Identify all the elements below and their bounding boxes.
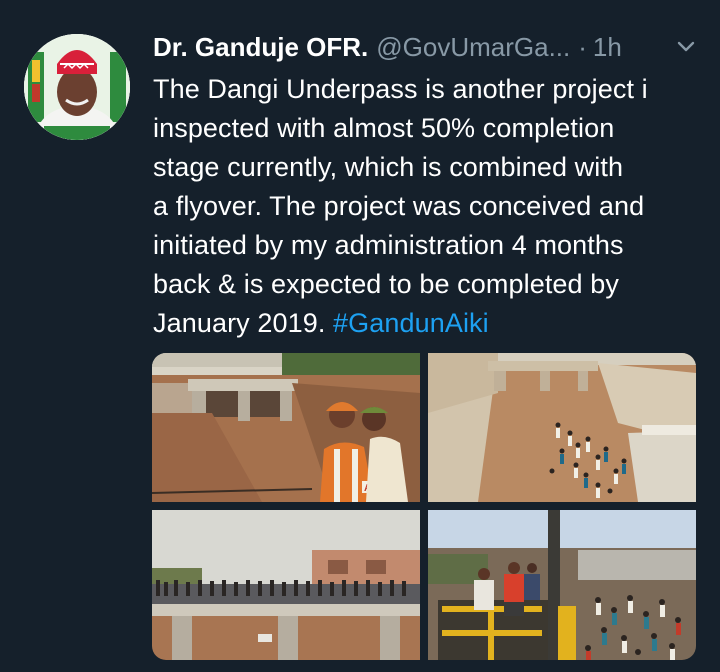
media-grid: AIKI: [152, 353, 696, 660]
tweet-timestamp[interactable]: 1h: [593, 32, 622, 63]
tweet-text-line: a flyover. The project was conceived and: [153, 191, 645, 221]
hashtag-link[interactable]: #GandunAiki: [333, 308, 489, 338]
tweet-text: The Dangi Underpass is another project i…: [153, 70, 703, 343]
tweet-text-line: initiated by my administration 4 months: [153, 230, 624, 260]
author-handle[interactable]: @GovUmarGa...: [376, 32, 570, 63]
author-name[interactable]: Dr. Ganduje OFR.: [153, 32, 368, 63]
site-inspection-photo[interactable]: [428, 510, 696, 660]
profile-avatar[interactable]: [24, 34, 130, 140]
chevron-down-icon[interactable]: [676, 40, 696, 54]
separator-dot: ·: [578, 31, 587, 62]
tweet-text-last-line: January 2019. #GandunAiki: [153, 304, 703, 343]
tweet-text-line: January 2019.: [153, 308, 334, 338]
tweet-text-line: The Dangi Underpass is another project i: [153, 74, 648, 104]
tweet-text-line: stage currently, which is combined with: [153, 152, 624, 182]
tweet-text-line: inspected with almost 50% completion: [153, 113, 615, 143]
flyover-bridge-crowd-photo[interactable]: [152, 510, 420, 660]
tweet-header: Dr. Ganduje OFR. @GovUmarGa... · 1h: [153, 30, 622, 64]
tweet-text-line: back & is expected to be completed by: [153, 269, 619, 299]
tweet-card[interactable]: Dr. Ganduje OFR. @GovUmarGa... · 1h The …: [0, 0, 720, 672]
underpass-crowd-photo[interactable]: [428, 353, 696, 502]
underpass-construction-photo[interactable]: AIKI: [152, 353, 420, 502]
